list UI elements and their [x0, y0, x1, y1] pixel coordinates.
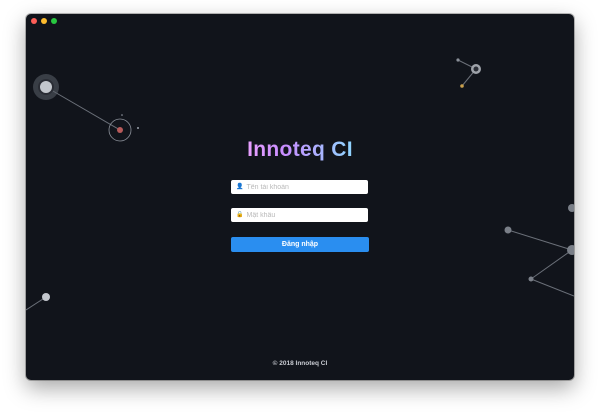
close-window-button[interactable]: [31, 18, 37, 24]
user-icon: 👤: [236, 184, 244, 190]
username-field[interactable]: 👤: [231, 180, 368, 194]
username-input[interactable]: [246, 183, 362, 191]
maximize-window-button[interactable]: [51, 18, 57, 24]
app-title: Innoteq CI: [26, 138, 574, 162]
app-title-text: Innoteq CI: [247, 138, 353, 161]
window-controls: [31, 18, 57, 24]
app-window: Innoteq CI 👤 🔒 Đăng nhập © 2018 Innoteq …: [26, 14, 574, 380]
password-field[interactable]: 🔒: [231, 208, 368, 222]
copyright-footer: © 2018 Innoteq CI: [272, 360, 328, 367]
lock-icon: 🔒: [236, 212, 244, 218]
particle-background: [26, 58, 574, 311]
login-button[interactable]: Đăng nhập: [231, 237, 369, 252]
password-input[interactable]: [246, 211, 362, 219]
minimize-window-button[interactable]: [41, 18, 47, 24]
